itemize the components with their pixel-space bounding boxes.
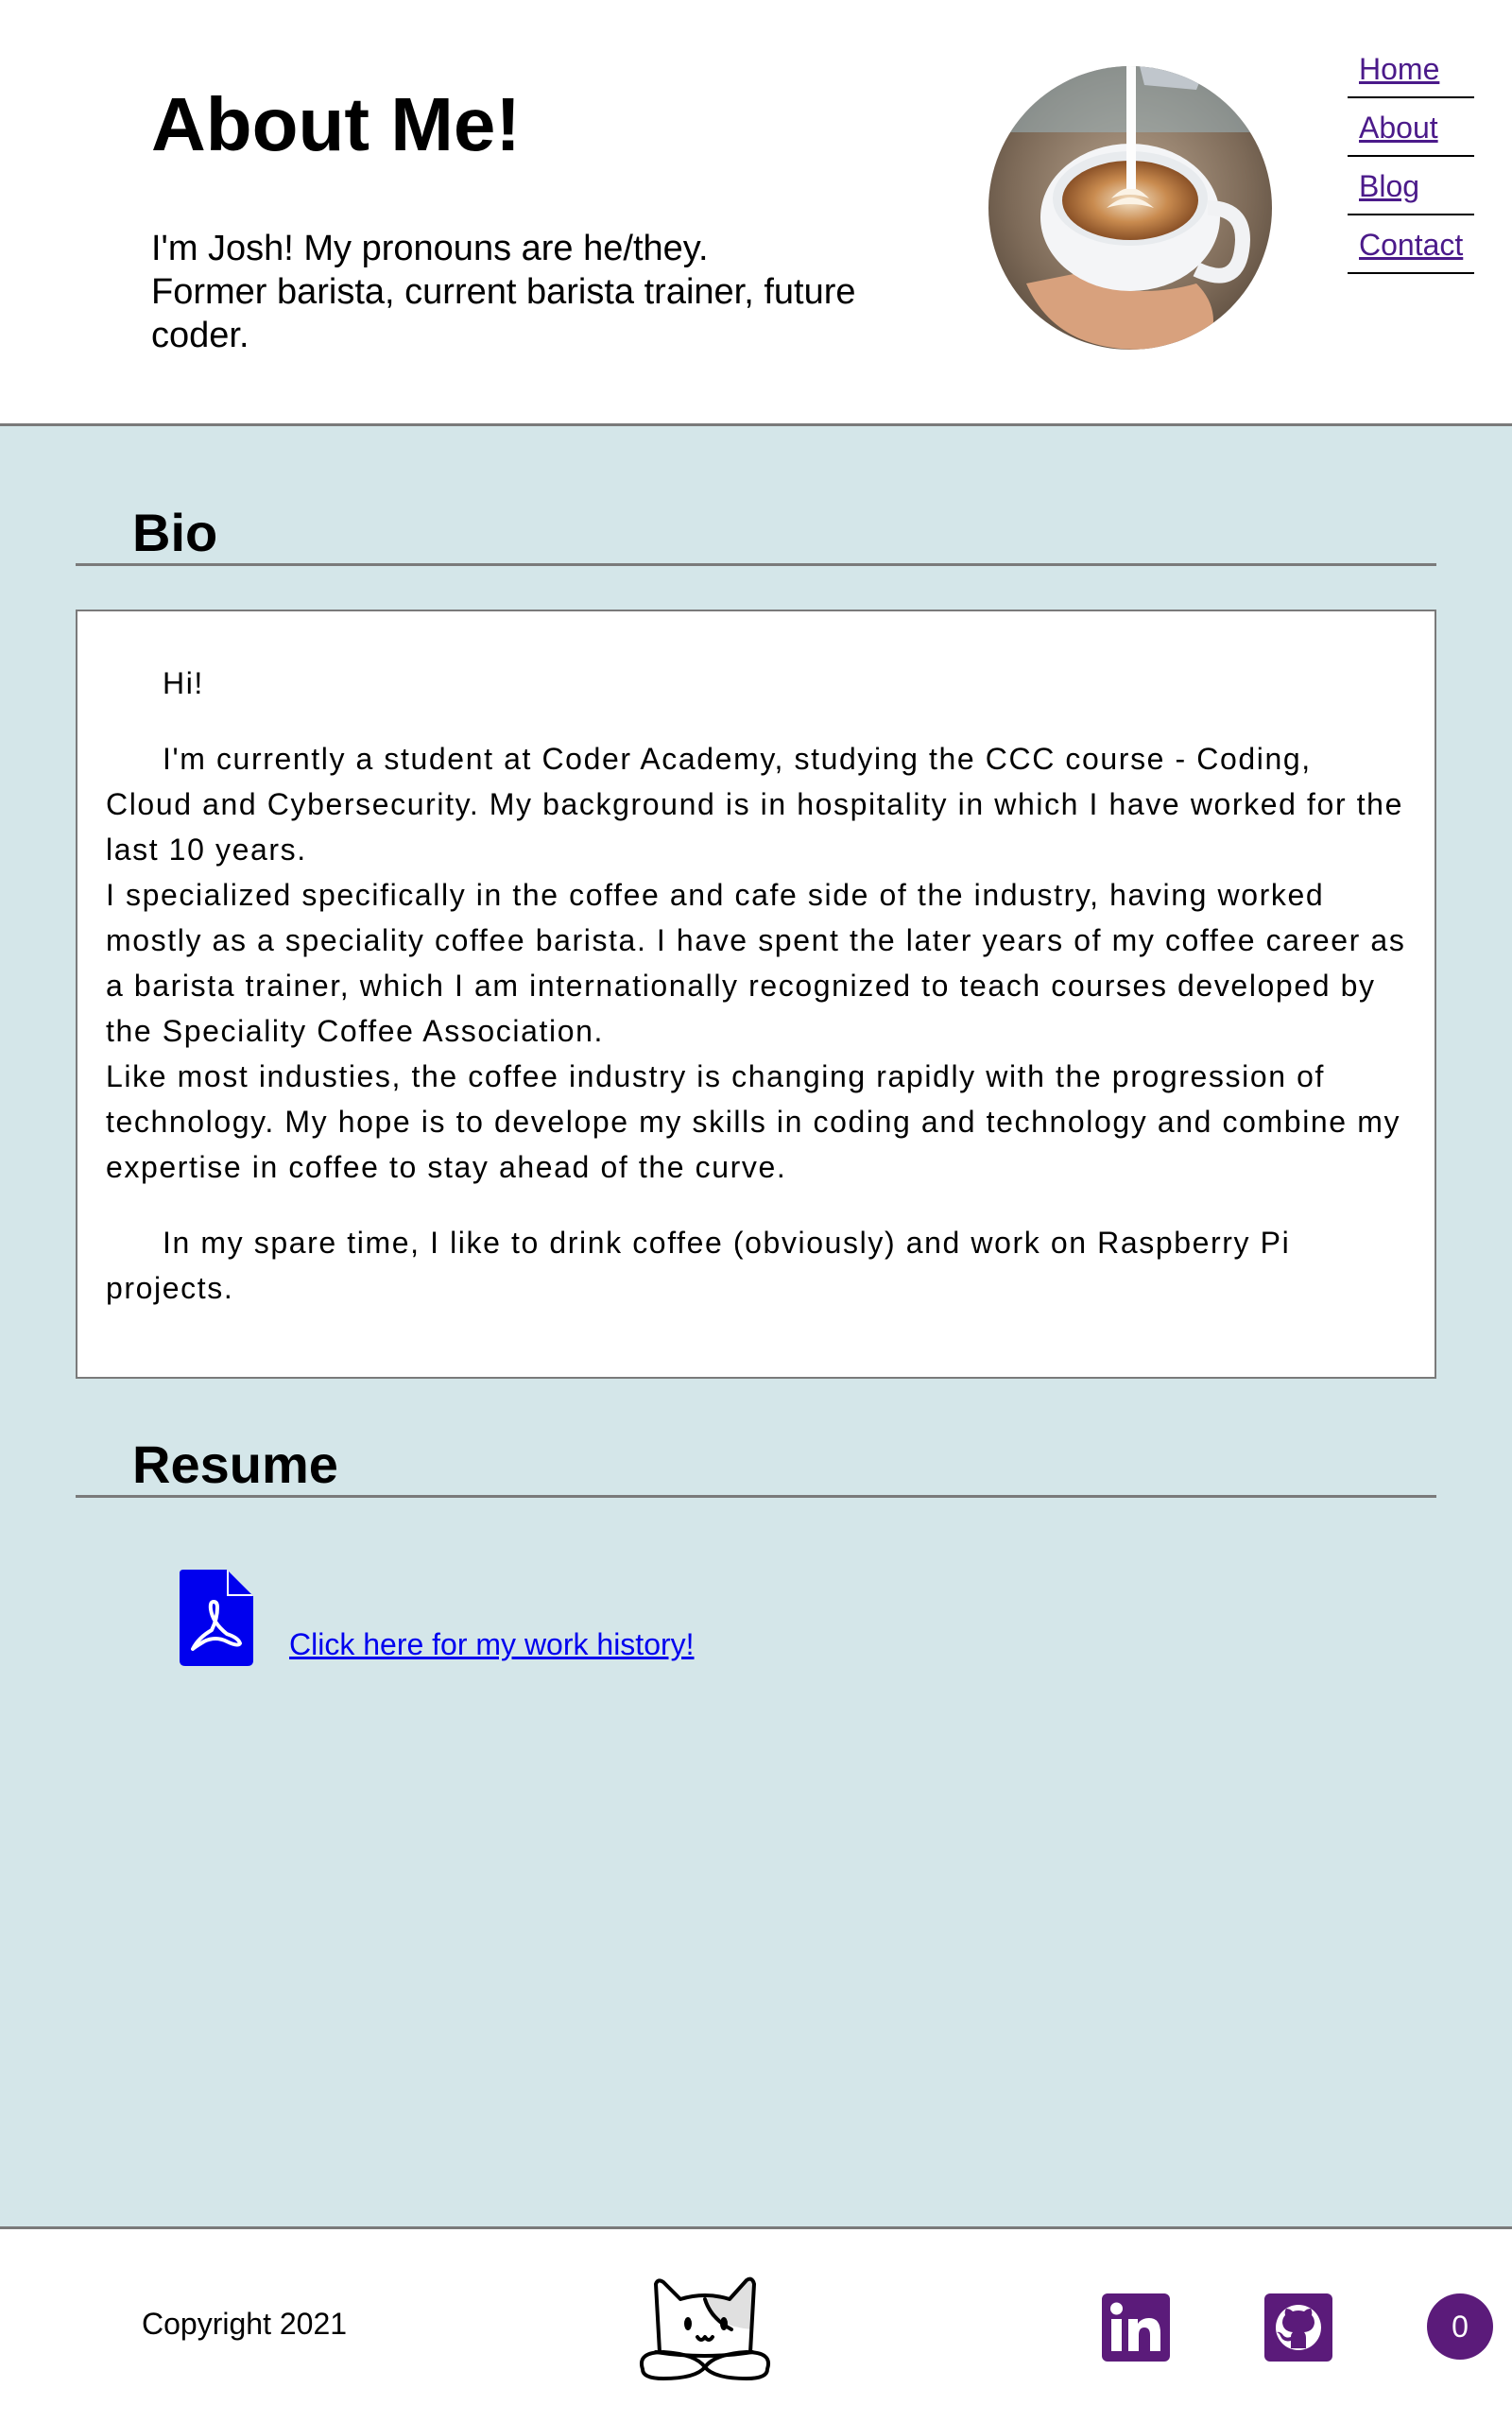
resume-heading: Resume — [132, 1434, 338, 1494]
cat-logo-icon — [640, 2276, 770, 2380]
main-nav: Home About Blog Contact — [1348, 42, 1474, 276]
page-header: About Me! I'm Josh! My pronouns are he/t… — [0, 0, 1512, 426]
intro-text: I'm Josh! My pronouns are he/they. Forme… — [151, 227, 926, 357]
intro-line-pronouns: I'm Josh! My pronouns are he/they. — [151, 229, 709, 268]
linkedin-icon[interactable] — [1102, 2293, 1170, 2362]
nav-link-home[interactable]: Home — [1359, 52, 1439, 87]
work-history-link[interactable]: Click here for my work history! — [289, 1627, 695, 1662]
copyright-text: Copyright 2021 — [142, 2307, 348, 2341]
nav-link-about[interactable]: About — [1359, 111, 1438, 146]
bio-paragraph-study: I'm currently a student at Coder Academy… — [106, 742, 1403, 867]
bio-paragraph-coffee: I specialized specifically in the coffee… — [106, 878, 1406, 1048]
resume-download: Click here for my work history! — [180, 1568, 695, 1666]
nav-item-about: About — [1348, 100, 1474, 157]
nav-item-blog: Blog — [1348, 159, 1474, 215]
bio-section-header: Bio — [76, 497, 1436, 566]
resume-section-header: Resume — [76, 1429, 1436, 1498]
intro-line-career: Former barista, current barista trainer,… — [151, 272, 856, 355]
nav-item-home: Home — [1348, 42, 1474, 98]
page-footer: Copyright 2021 0 — [0, 2226, 1512, 2422]
nav-link-contact[interactable]: Contact — [1359, 228, 1463, 263]
pdf-file-icon[interactable] — [180, 1570, 253, 1666]
main-content: Bio Hi! I'm currently a student at Coder… — [0, 426, 1512, 2226]
bio-card: Hi! I'm currently a student at Coder Aca… — [76, 610, 1436, 1379]
nav-item-contact: Contact — [1348, 217, 1474, 274]
notification-badge[interactable]: 0 — [1427, 2293, 1493, 2360]
bio-paragraph-technology: Like most industies, the coffee industry… — [106, 1059, 1401, 1184]
github-icon[interactable] — [1264, 2293, 1332, 2362]
bio-paragraph-hobbies: In my spare time, I like to drink coffee… — [106, 1226, 1291, 1305]
profile-photo — [988, 66, 1272, 350]
page-title: About Me! — [151, 82, 522, 166]
bio-heading: Bio — [132, 503, 218, 562]
nav-link-blog[interactable]: Blog — [1359, 169, 1419, 204]
bio-greeting: Hi! — [163, 666, 204, 700]
